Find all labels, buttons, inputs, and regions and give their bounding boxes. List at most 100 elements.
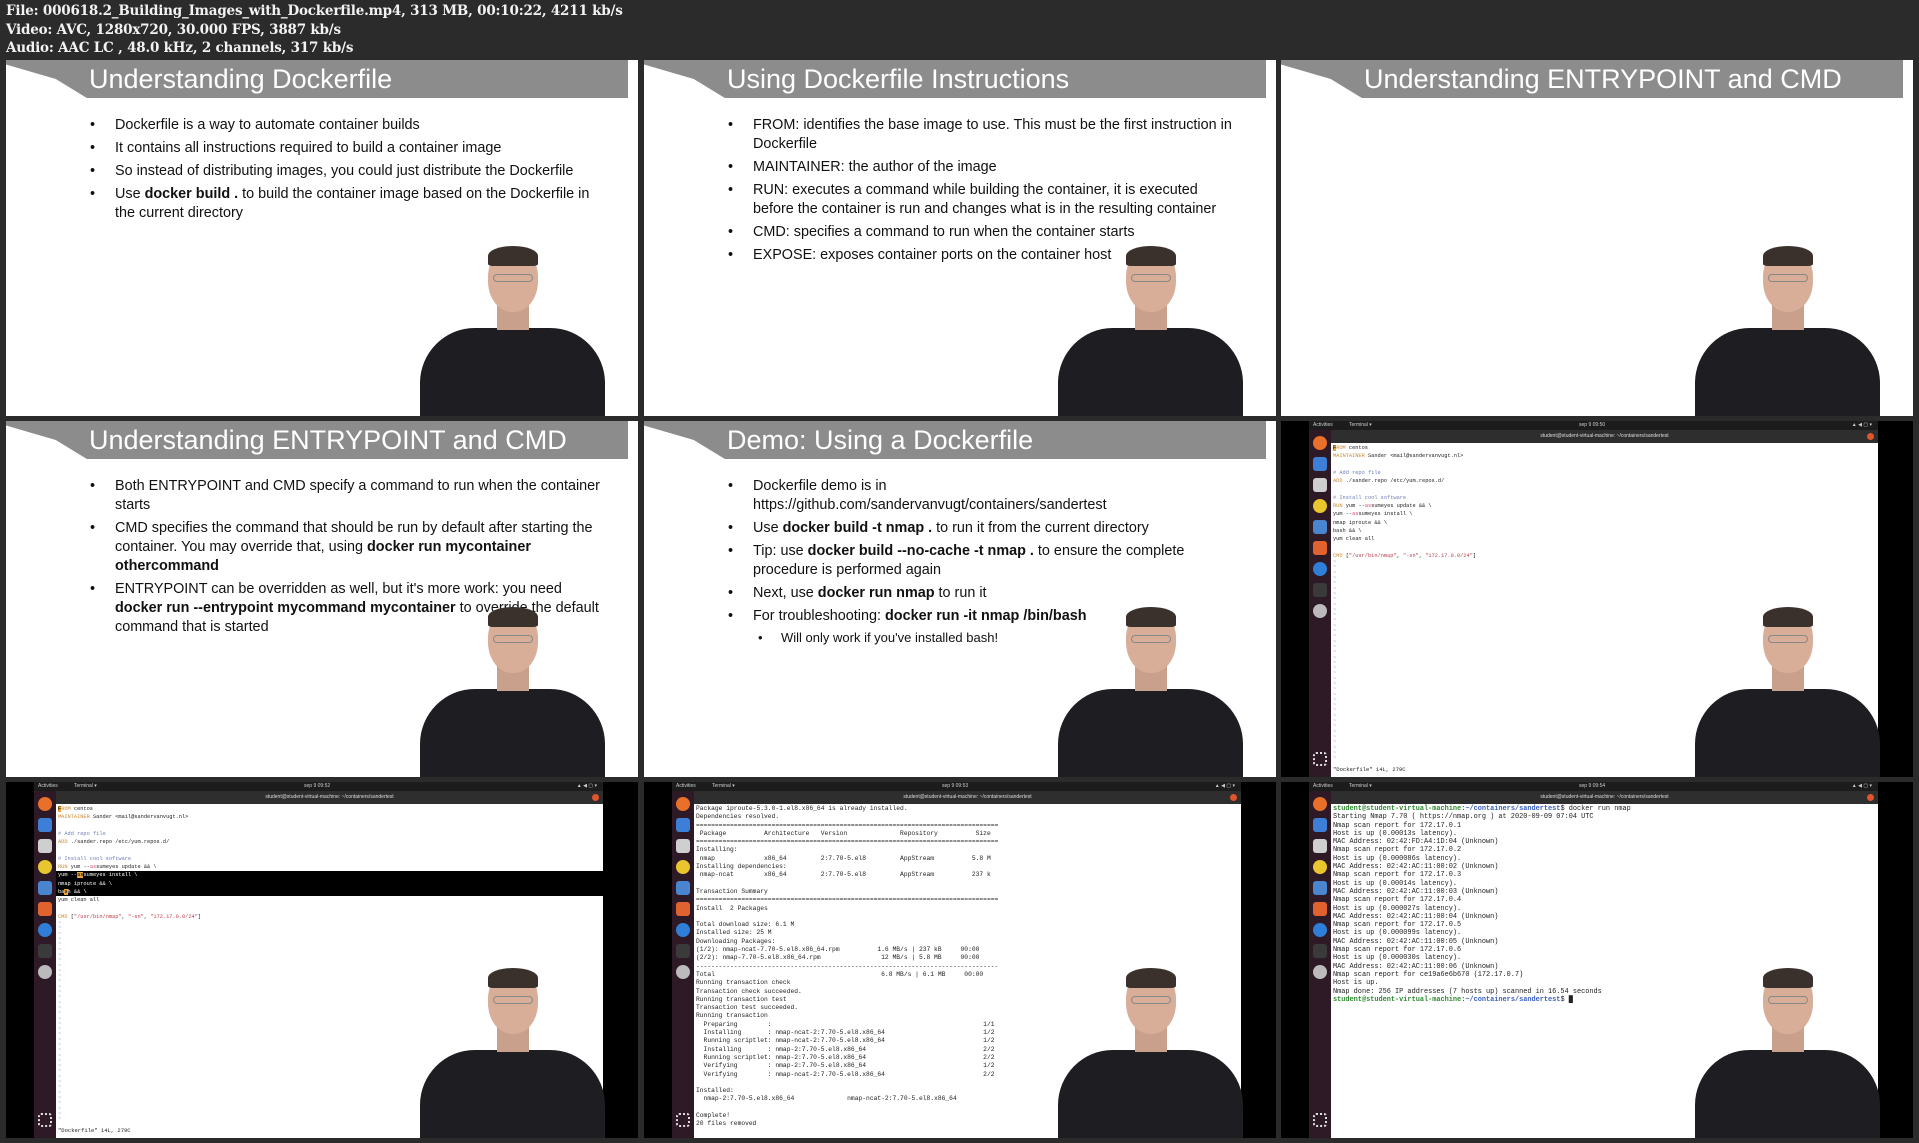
help-icon[interactable] [1313,562,1327,576]
menu-button[interactable] [1849,794,1856,801]
minimize-button[interactable] [582,794,589,801]
system-tray-icons[interactable]: ▲ ◀ ▢ ▾ [577,782,597,791]
terminal-icon[interactable] [676,944,690,958]
search-button[interactable] [1839,794,1846,801]
bullet-text: Will only work if you've installed bash! [781,630,999,645]
terminal-text: ADD [1333,478,1343,485]
app-menu[interactable]: Terminal ▾ [1349,782,1372,791]
minimize-button[interactable] [1857,433,1864,440]
terminal-text: nmap iproute && \ [58,880,113,887]
help-icon[interactable] [38,923,52,937]
terminal-line: Installing: [696,846,1241,854]
app-menu[interactable]: Terminal ▾ [74,782,97,791]
apps-grid-icon[interactable] [1313,1113,1327,1127]
search-button[interactable] [564,794,571,801]
help-icon[interactable] [676,923,690,937]
writer-icon[interactable] [676,881,690,895]
apps-grid-icon[interactable] [38,1113,52,1127]
apps-grid-icon[interactable] [676,1113,690,1127]
thumbnail-7[interactable]: Activities Terminal ▾ sep 9 09:52 ▲ ◀ ▢ ▾ st… [6,782,638,1138]
minimize-button[interactable] [1220,794,1227,801]
terminal-line: MAC Address: 02:42:AC:11:00:03 (Unknown) [1333,888,1878,896]
files-icon[interactable] [1313,478,1327,492]
clock[interactable]: sep 9 09:54 [1579,782,1605,791]
activities-button[interactable]: Activities [676,782,696,791]
terminal-text: Starting Nmap 7.70 ( https://nmap.org ) … [1333,813,1594,822]
menu-button[interactable] [574,794,581,801]
files-icon[interactable] [38,839,52,853]
firefox-icon[interactable] [1313,797,1327,811]
clock[interactable]: sep 9 09:50 [1579,421,1605,430]
presenter-glass [1131,635,1171,643]
bullet-item: Use docker build . to build the containe… [90,185,600,223]
activities-button[interactable]: Activities [38,782,58,791]
apps-grid-icon[interactable] [1313,752,1327,766]
dvd-icon[interactable] [38,965,52,979]
thunderbird-icon[interactable] [1313,818,1327,832]
dvd-icon[interactable] [676,965,690,979]
writer-icon[interactable] [38,881,52,895]
system-tray-icons[interactable]: ▲ ◀ ▢ ▾ [1852,782,1872,791]
software-icon[interactable] [38,902,52,916]
rhythmbox-icon[interactable] [676,860,690,874]
thunderbird-icon[interactable] [1313,457,1327,471]
thumbnail-8[interactable]: Activities Terminal ▾ sep 9 09:53 ▲ ◀ ▢ ▾ st… [644,782,1276,1138]
software-icon[interactable] [1313,541,1327,555]
terminal-icon[interactable] [1313,583,1327,597]
thumbnail-2[interactable]: Using Dockerfile Instructions FROM: ident… [644,60,1276,416]
app-menu[interactable]: Terminal ▾ [1349,421,1372,430]
presenter-video [1695,246,1880,416]
menu-button[interactable] [1212,794,1219,801]
bullet-text: Dockerfile demo is in https://github.com… [753,478,1107,513]
terminal-text: "172.17.0.0/24" [1425,552,1473,559]
dvd-icon[interactable] [1313,604,1327,618]
search-button[interactable] [1202,794,1209,801]
close-button[interactable] [592,794,599,801]
firefox-icon[interactable] [676,797,690,811]
minimize-button[interactable] [1857,794,1864,801]
system-tray-icons[interactable]: ▲ ◀ ▢ ▾ [1852,421,1872,430]
app-menu[interactable]: Terminal ▾ [712,782,735,791]
terminal-icon[interactable] [1313,944,1327,958]
thumbnail-4[interactable]: Understanding ENTRYPOINT and CMD Both ENT… [6,421,638,777]
terminal-text: Running scriptlet: nmap-2:7.70-5.el8.x86… [696,1053,995,1061]
terminal-text: nmap-ncat x86_64 2:7.70-5.el8 AppStream … [696,871,991,879]
bullet-text: MAINTAINER: the author of the image [753,159,997,175]
presenter-video [420,968,605,1138]
terminal-text: Preparing : 1/1 [696,1020,995,1028]
firefox-icon[interactable] [38,797,52,811]
thunderbird-icon[interactable] [676,818,690,832]
thumbnail-1[interactable]: Understanding Dockerfile Dockerfile is a … [6,60,638,416]
thumbnail-6[interactable]: Activities Terminal ▾ sep 9 09:50 ▲ ◀ ▢ ▾ st… [1281,421,1913,777]
thunderbird-icon[interactable] [38,818,52,832]
system-tray-icons[interactable]: ▲ ◀ ▢ ▾ [1215,782,1235,791]
rhythmbox-icon[interactable] [1313,860,1327,874]
close-button[interactable] [1230,794,1237,801]
writer-icon[interactable] [1313,881,1327,895]
terminal-text: ~/containers/sandertest [1465,995,1561,1004]
activities-button[interactable]: Activities [1313,782,1333,791]
firefox-icon[interactable] [1313,436,1327,450]
rhythmbox-icon[interactable] [1313,499,1327,513]
thumbnail-5[interactable]: Demo: Using a Dockerfile Dockerfile demo … [644,421,1276,777]
software-icon[interactable] [676,902,690,916]
terminal-icon[interactable] [38,944,52,958]
writer-icon[interactable] [1313,520,1327,534]
thumbnail-3[interactable]: Understanding ENTRYPOINT and CMD [1281,60,1913,416]
close-button[interactable] [1867,433,1874,440]
help-icon[interactable] [1313,923,1327,937]
close-button[interactable] [1867,794,1874,801]
rhythmbox-icon[interactable] [38,860,52,874]
dvd-icon[interactable] [1313,965,1327,979]
thumbnail-9[interactable]: Activities Terminal ▾ sep 9 09:54 ▲ ◀ ▢ ▾ st… [1281,782,1913,1138]
files-icon[interactable] [1313,839,1327,853]
activities-button[interactable]: Activities [1313,421,1333,430]
menu-button[interactable] [1849,433,1856,440]
search-button[interactable] [1839,433,1846,440]
software-icon[interactable] [1313,902,1327,916]
bullet-item: FROM: identifies the base image to use. … [728,116,1238,154]
files-icon[interactable] [676,839,690,853]
clock[interactable]: sep 9 09:53 [942,782,968,791]
clock[interactable]: sep 9 09:52 [304,782,330,791]
terminal-line: MAINTAINER Sander <mail@sandervanvugt.nl… [58,813,603,821]
